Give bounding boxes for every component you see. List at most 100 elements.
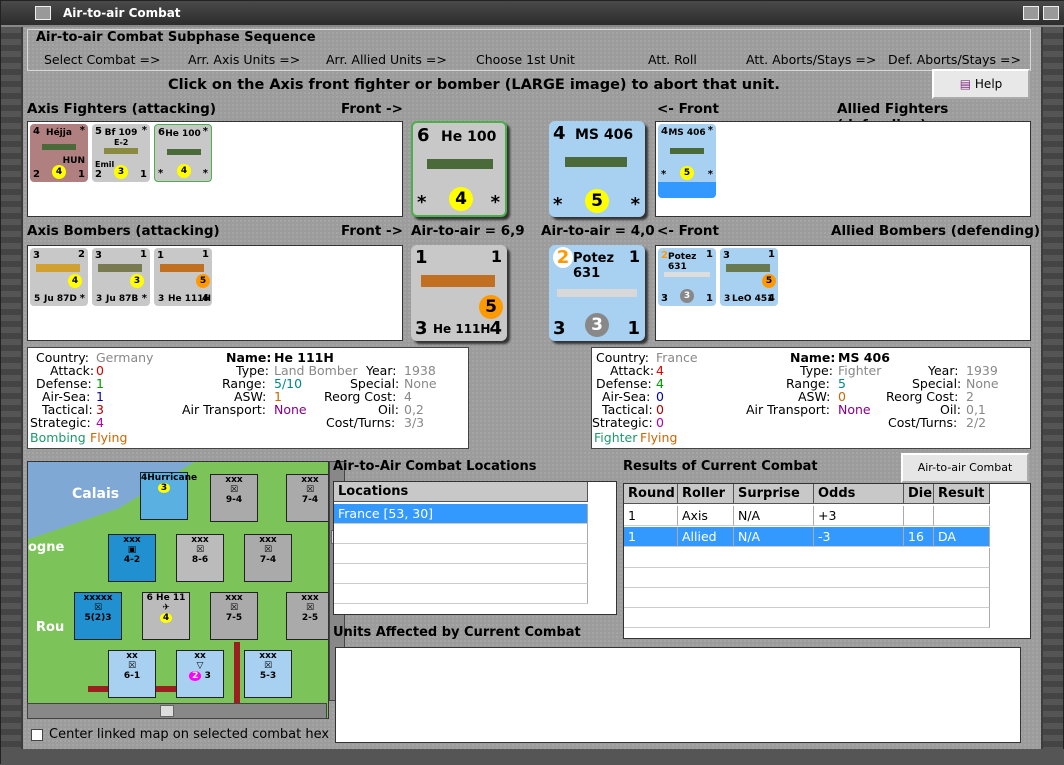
counter-tr: 1 (706, 249, 713, 260)
sequence-box: Air-to-air Combat Subphase Sequence Sele… (27, 29, 1031, 71)
info-airtrans: None (838, 402, 871, 417)
axis-fighters-tray: 4 Héjja * HUN 2 4 1 5 Bf 109 * E-2 Emil … (27, 121, 403, 217)
map-unit[interactable]: xxx ☒ 2-5 (286, 592, 328, 640)
counter-br: 1 (140, 169, 147, 180)
plane-icon (427, 159, 493, 169)
big-circle: 5 (585, 189, 609, 213)
results-cell[interactable]: 16 (904, 527, 934, 547)
air-combat-chart-button[interactable]: Air-to-air Combat Chart (901, 453, 1029, 500)
location-row[interactable]: France [53, 30] (334, 504, 588, 524)
map-unit[interactable]: xx ▽ 2 3 (176, 650, 224, 698)
unit-label: 7-4 (259, 555, 277, 565)
big-tl: 1 (415, 247, 428, 268)
help-button[interactable]: ▤ Help (932, 69, 1030, 99)
unit-label: He 11 (156, 593, 186, 603)
map-unit[interactable]: xxx ☒ 7-4 (244, 534, 292, 582)
counter-name: Ju 87D (44, 294, 77, 304)
info-airtrans-label: Air Transport: (746, 402, 831, 417)
center-map-checkbox[interactable] (31, 729, 43, 741)
map-unit[interactable]: xxx ☒ 8-6 (176, 534, 224, 582)
unit-label: 7-4 (301, 495, 319, 505)
counter-bl: 3 (661, 293, 668, 304)
plane-icon (42, 144, 76, 150)
map-unit[interactable]: 6 He 11 ✈ 4 (142, 592, 190, 640)
menu-icon[interactable] (35, 6, 51, 20)
counter-bl: * (158, 168, 164, 179)
map-unit[interactable]: xxx ☒ 7-5 (210, 592, 258, 640)
axis-fighter-bf109[interactable]: 5 Bf 109 * E-2 Emil 2 3 1 (92, 124, 150, 182)
info-airtrans: None (274, 402, 307, 417)
info-role1: Fighter (594, 430, 638, 445)
axis-front-label-2: Front -> (341, 223, 403, 239)
allied-bomber-leo451[interactable]: 3 1 3 LeO 451 5 4 (720, 248, 778, 306)
allied-front-label-2: <- Front (657, 223, 719, 239)
results-table: Round Roller Surprise Odds Die Result 1 … (623, 483, 1031, 639)
big-name: MS 406 (575, 127, 634, 143)
axis-bomber-ju87d[interactable]: 3 2 5 Ju 87D 4 * (30, 248, 88, 306)
counter-tl: 1 (157, 250, 164, 261)
allied-bomber-potez631[interactable]: 2 Potez 631 1 3 3 1 (658, 248, 716, 306)
axis-bomber-he111h[interactable]: 1 1 3 He 111H 5 4 (154, 248, 212, 306)
unit-tl: xx (194, 651, 206, 661)
map-unit[interactable]: xxxxx ☒ 5(2)3 (74, 592, 122, 640)
map-unit[interactable]: xxx ☒ 5-3 (244, 650, 292, 698)
unit-tl: xx (126, 651, 138, 661)
info-airtrans-label: Air Transport: (182, 402, 267, 417)
results-cell[interactable]: DA (934, 527, 990, 547)
counter-br: * (202, 168, 208, 179)
counter-circle: 5 (762, 274, 776, 288)
results-cell[interactable]: -3 (814, 527, 904, 547)
axis-bomber-ju87b[interactable]: 3 1 3 Ju 87B 3 * (92, 248, 150, 306)
map-unit[interactable]: xx ☒ 6-1 (108, 650, 156, 698)
results-empty-row (624, 548, 990, 568)
counter-bl: 2 (33, 169, 40, 180)
close-icon[interactable] (1043, 6, 1059, 20)
big-br: 1 (627, 318, 640, 339)
info-role1: Bombing (30, 430, 86, 445)
plane-icon (664, 272, 710, 277)
scroll-thumb[interactable] (160, 705, 174, 717)
axis-fighter-hejja[interactable]: 4 Héjja * HUN 2 4 1 (30, 124, 88, 182)
counter-br: 1 (78, 169, 85, 180)
counter-circle: 4 (177, 164, 191, 178)
map-unit[interactable]: xxx ☒ 7-4 (286, 474, 328, 522)
results-cell: +3 (814, 506, 904, 526)
results-cell[interactable]: N/A (734, 527, 814, 547)
location-row-empty (334, 544, 588, 564)
plane-icon (98, 264, 142, 272)
minimize-icon[interactable] (1023, 6, 1039, 20)
info-country: Germany (96, 350, 154, 365)
info-strategic-label: Strategic: (30, 415, 91, 430)
location-row-empty (334, 584, 588, 604)
counter-bl: 3 (96, 294, 103, 304)
plane-icon (557, 289, 637, 297)
map-unit[interactable]: 4Hurricane 3 (140, 472, 197, 520)
results-cell[interactable]: 1 (624, 527, 678, 547)
results-empty-row (624, 588, 990, 608)
seq-att-aborts: Att. Aborts/Stays => (746, 52, 877, 67)
help-book-icon: ▤ (959, 77, 972, 91)
big-circle: 5 (479, 295, 503, 319)
counter-name: Ju 87B (106, 294, 139, 304)
unit-tl: 6 (146, 593, 153, 603)
axis-front-fighter[interactable]: 6 He 100 * 4 * (411, 121, 507, 217)
allied-front-fighter[interactable]: 4 MS 406 * 5 * (549, 121, 645, 217)
allied-front-bomber[interactable]: 2 Potez 631 1 3 3 1 (549, 245, 645, 341)
axis-fighter-he100[interactable]: 6 He 100 * * 4 * (154, 124, 212, 182)
map-unit[interactable]: xxx ☒ 9-4 (210, 474, 258, 522)
map-horizontal-scrollbar[interactable] (27, 703, 327, 719)
results-header-surprise: Surprise (734, 484, 814, 504)
allied-air-to-air: Air-to-air = 4,0 (541, 223, 655, 239)
allied-fighter-ms406[interactable]: 4 MS 406 * * 5 * (658, 124, 716, 198)
axis-front-bomber[interactable]: 1 1 3 He 111H 5 4 (411, 245, 507, 341)
map-unit[interactable]: xxx ▣ 4-2 (108, 534, 156, 582)
counter-tr: 2 (78, 249, 85, 260)
results-cell[interactable]: Allied (678, 527, 734, 547)
info-cost-label: Cost/Turns: (888, 415, 958, 430)
linked-map[interactable]: Calais ogne Rou 4Hurricane 3 xxx ☒ 9-4 xxx ☒… (27, 461, 329, 719)
title-bar[interactable]: Air-to-air Combat (1, 1, 1064, 27)
window-title: Air-to-air Combat (63, 6, 181, 20)
counter-tr: * (141, 125, 147, 136)
info-cost: 2/2 (966, 415, 987, 430)
info-strategic: 0 (656, 415, 664, 430)
